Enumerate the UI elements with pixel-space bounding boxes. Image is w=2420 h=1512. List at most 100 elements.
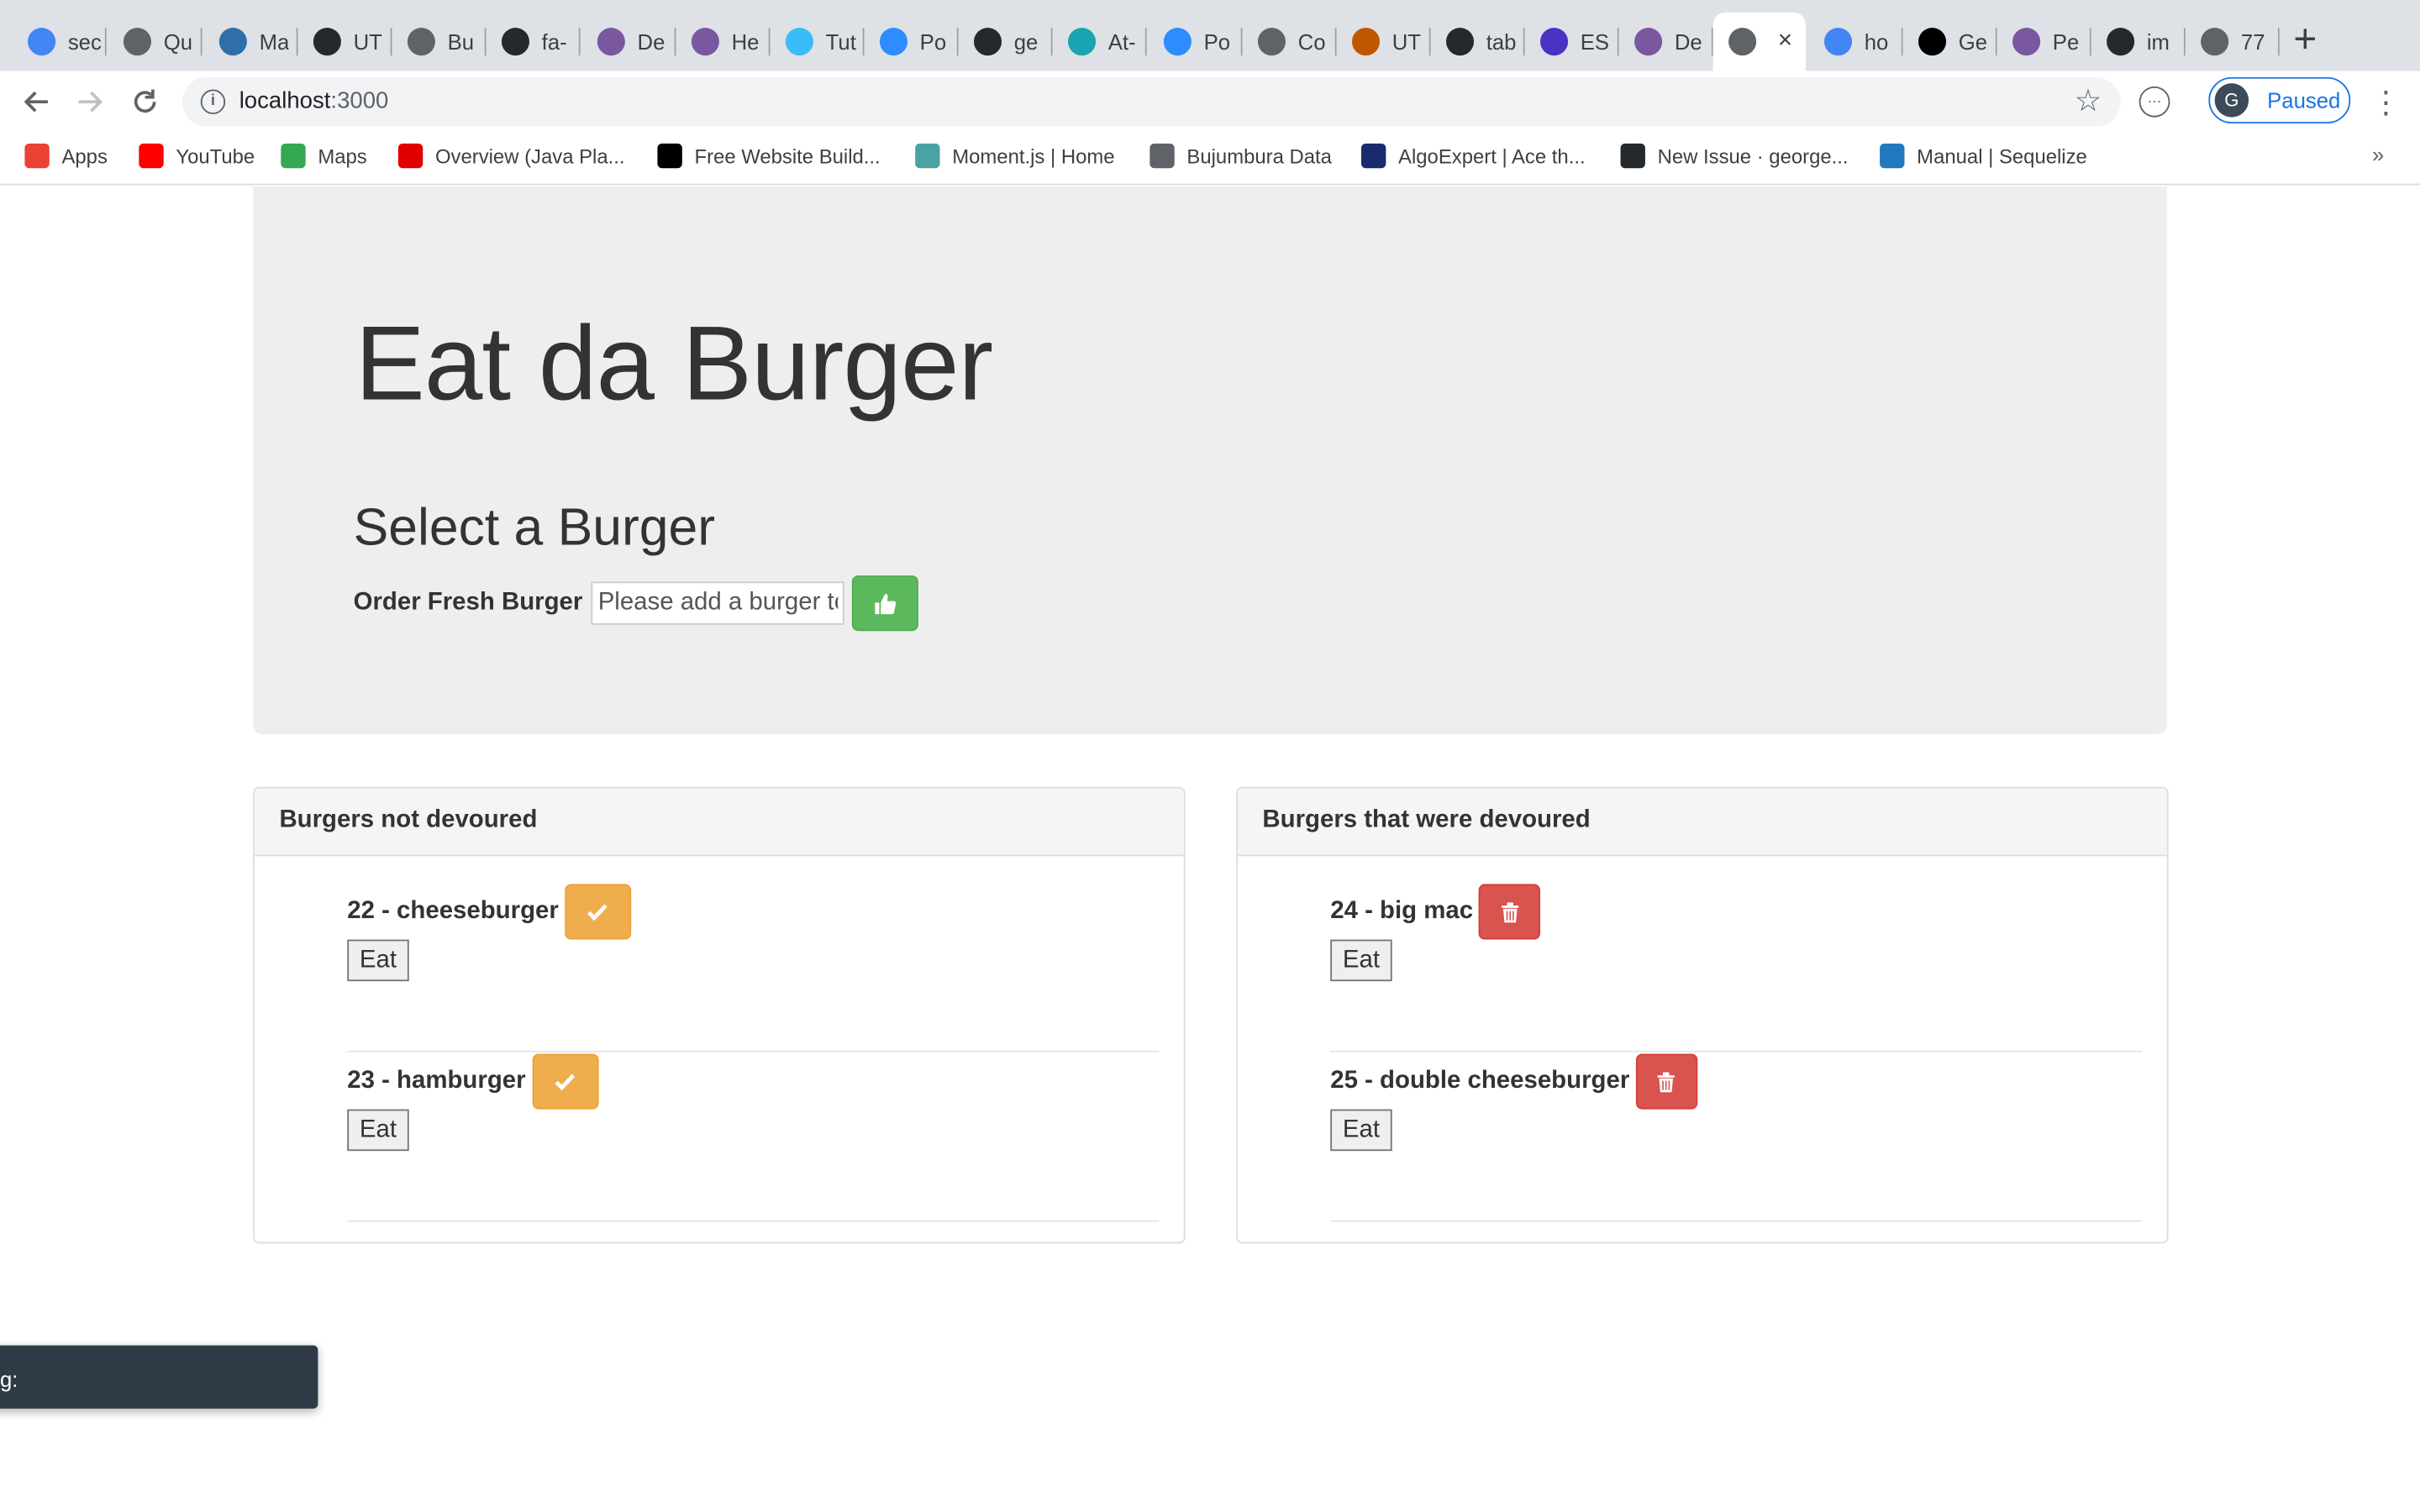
close-tab-icon[interactable]: × [1778, 28, 1792, 55]
globe-icon [1150, 143, 1175, 169]
bookmark-item[interactable]: Manual | Sequelize [1880, 143, 2087, 169]
back-arrow-icon[interactable] [15, 81, 58, 123]
tab-23[interactable]: 77 [2186, 13, 2280, 71]
eat-button[interactable]: Eat [1330, 939, 1392, 982]
new-tab-button[interactable]: + [2293, 18, 2317, 59]
bookmark-label: Free Website Build... [694, 144, 881, 168]
bookmark-item[interactable]: New Issue · george... [1620, 143, 1849, 169]
tab-17[interactable]: De [1619, 13, 1713, 71]
tab-12[interactable]: Po [1149, 13, 1243, 71]
youtube-icon [139, 143, 164, 169]
eat-button[interactable]: Eat [1330, 1109, 1392, 1152]
tab-title: Ma [259, 29, 290, 55]
extension-icon[interactable]: ⋯ [2139, 86, 2170, 118]
tab-title: Pe [2052, 29, 2080, 55]
bookmark-item[interactable]: Moment.js | Home [915, 143, 1115, 169]
tab-separator [200, 28, 203, 56]
site-info-icon[interactable]: i [200, 89, 226, 114]
tab-separator [104, 28, 107, 56]
tab-11[interactable]: At- [1053, 13, 1147, 71]
tab-title: UT [1392, 29, 1421, 55]
bookmark-label: Overview (Java Pla... [434, 144, 625, 168]
checkmark-icon [587, 904, 608, 921]
zoom-icon [1163, 28, 1192, 56]
tab-22[interactable]: im [2091, 13, 2186, 71]
globe-icon [407, 28, 435, 56]
tab-6[interactable]: De [581, 13, 676, 71]
tab-separator [2277, 28, 2280, 56]
sequelize-icon [1880, 143, 1905, 169]
tab-title: fa- [541, 29, 567, 55]
google-icon [28, 28, 56, 56]
tab-15[interactable]: tab [1431, 13, 1525, 71]
tab-9[interactable]: Po [865, 13, 959, 71]
tab-1[interactable]: Qu [108, 13, 203, 71]
tab-title: Po [1203, 29, 1231, 55]
tab-16[interactable]: ES [1525, 13, 1619, 71]
bookmark-item[interactable]: Overview (Java Pla... [397, 143, 625, 169]
tab-3[interactable]: UT [297, 13, 392, 71]
tab-title: sec [67, 29, 102, 55]
shield-icon [1351, 28, 1381, 56]
order-label: Order Fresh Burger [353, 589, 583, 616]
bookmark-item[interactable]: Bujumbura Data [1150, 143, 1332, 169]
reload-icon[interactable] [124, 81, 166, 123]
tab-21[interactable]: Pe [1997, 13, 2091, 71]
tab-title: De [1674, 29, 1702, 55]
tab-2[interactable]: Ma [203, 13, 298, 71]
devoured-panel: Burgers that were devoured 24 - big mac … [1236, 786, 2169, 1244]
clock-icon [915, 143, 940, 169]
heroku-icon [1634, 28, 1663, 56]
tab-strip: sec Qu Ma UT Bu fa- De He Tut Po ge At- Po Co UT tab ES D… [0, 0, 2420, 71]
wix-icon [657, 143, 682, 169]
bookmark-item[interactable]: Apps [24, 143, 108, 169]
trash-icon [1502, 901, 1519, 922]
tab-8[interactable]: Tut [771, 13, 865, 71]
tab-5[interactable]: fa- [487, 13, 581, 71]
bookmark-label: Moment.js | Home [952, 144, 1115, 168]
devour-button[interactable] [531, 1053, 598, 1110]
tab-10[interactable]: ge [959, 13, 1053, 71]
tab-title: Ge [1958, 29, 1988, 55]
tab-13[interactable]: Co [1243, 13, 1337, 71]
submit-burger-button[interactable] [852, 575, 919, 632]
devour-button[interactable] [565, 884, 632, 940]
delete-button[interactable] [1479, 884, 1541, 940]
forward-arrow-icon[interactable] [68, 81, 111, 123]
tab-separator [578, 28, 581, 56]
not-devoured-heading: Burgers not devoured [255, 788, 1184, 857]
gem-icon [785, 28, 813, 56]
bookmarks-overflow-icon[interactable]: » [2372, 142, 2384, 166]
tab-19[interactable]: ho [1809, 13, 1903, 71]
tab-0[interactable]: sec [13, 13, 107, 71]
tab-4[interactable]: Bu [392, 13, 487, 71]
bookmark-label: New Issue · george... [1657, 144, 1849, 168]
tab-18[interactable]: × [1712, 12, 1806, 71]
github-icon [1620, 143, 1645, 169]
profile-button[interactable]: G Paused [2208, 76, 2351, 123]
bookmark-item[interactable]: Maps [281, 143, 367, 169]
notification-toast: g: [0, 1345, 318, 1409]
eat-button[interactable]: Eat [347, 939, 409, 982]
bookmark-item[interactable]: YouTube [139, 143, 255, 169]
burger-name-input[interactable] [592, 581, 845, 625]
browser-menu-icon[interactable]: ⋮ [2370, 83, 2402, 122]
tab-14[interactable]: UT [1337, 13, 1431, 71]
page-title: Eat da Burger [355, 305, 993, 423]
tab-20[interactable]: Ge [1903, 13, 1997, 71]
globe-icon [2201, 28, 2229, 56]
delete-button[interactable] [1635, 1053, 1698, 1110]
atom-icon [1360, 143, 1386, 169]
jumbotron: Eat da Burger Select a Burger Order Fres… [253, 186, 2167, 735]
bookmark-label: AlgoExpert | Ace th... [1398, 144, 1586, 168]
bookmark-star-icon[interactable]: ☆ [2075, 81, 2102, 120]
list-item: 22 - cheeseburger Eat [347, 884, 1160, 1053]
bookmark-item[interactable]: Free Website Build... [657, 143, 881, 169]
eat-button[interactable]: Eat [347, 1109, 409, 1152]
bookmark-item[interactable]: AlgoExpert | Ace th... [1360, 143, 1586, 169]
globe-icon [123, 28, 151, 56]
address-bar[interactable]: i localhost:3000 ☆ [182, 76, 2121, 127]
tab-title: At- [1107, 29, 1136, 55]
tab-7[interactable]: He [676, 13, 771, 71]
profile-status-label: Paused [2267, 87, 2341, 113]
